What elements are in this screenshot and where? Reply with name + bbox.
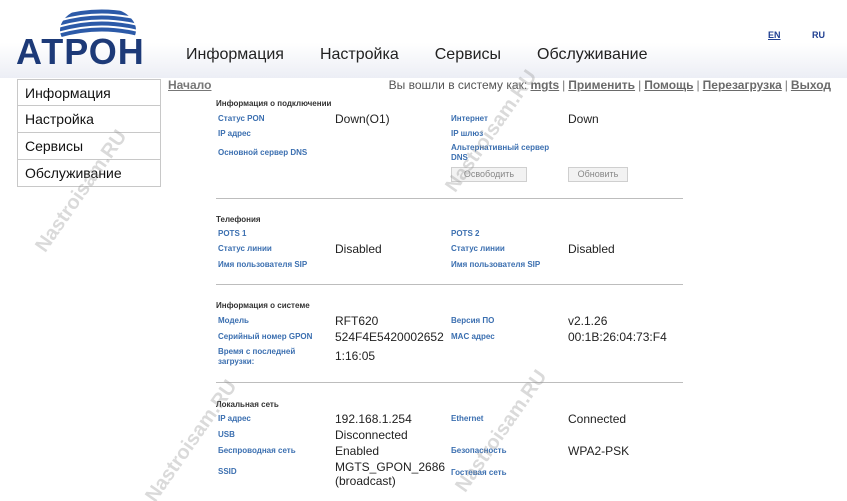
topnav-services[interactable]: Сервисы bbox=[435, 46, 501, 64]
topnav-settings[interactable]: Настройка bbox=[320, 46, 399, 64]
ssid-value: MGTS_GPON_2686 bbox=[335, 460, 446, 474]
sip-user2-label: Имя пользователя SIP bbox=[451, 260, 541, 269]
alt-dns-label: Альтернативный сервер DNS bbox=[451, 143, 550, 162]
logout-link[interactable]: Выход bbox=[791, 78, 831, 92]
reboot-link[interactable]: Перезагрузка bbox=[703, 78, 782, 92]
section-divider bbox=[216, 284, 683, 285]
lan-section-title: Локальная сеть bbox=[216, 400, 279, 409]
connection-section-title: Информация о подключении bbox=[216, 99, 332, 108]
wireless-label: Беспроводная сеть bbox=[218, 446, 296, 455]
pon-status-label: Статус PON bbox=[218, 114, 265, 123]
firmware-value: v2.1.26 bbox=[568, 314, 608, 328]
sidebar-item-settings[interactable]: Настройка bbox=[17, 106, 161, 133]
sidebar-item-info[interactable]: Информация bbox=[17, 79, 161, 106]
ethernet-label: Ethernet bbox=[451, 414, 484, 423]
lang-ru-link[interactable]: RU bbox=[812, 30, 825, 40]
sidebar-item-maintenance[interactable]: Обслуживание bbox=[17, 160, 161, 187]
section-divider bbox=[216, 198, 683, 199]
wireless-value: Enabled bbox=[335, 444, 380, 458]
sidebar-item-services[interactable]: Сервисы bbox=[17, 133, 161, 160]
lang-en-link[interactable]: EN bbox=[768, 30, 781, 40]
header: АТРОН Информация Настройка Сервисы Обслу… bbox=[0, 0, 847, 78]
ethernet-value: Connected bbox=[568, 412, 627, 426]
ip-address-label: IP адрес bbox=[218, 129, 251, 138]
telephony-section-title: Телефония bbox=[216, 215, 261, 224]
lan-ip-label: IP адрес bbox=[218, 414, 251, 423]
separator: | bbox=[696, 78, 700, 92]
gateway-label: IP шлюз bbox=[451, 129, 484, 138]
mac-value: 00:1B:26:04:73:F4 bbox=[568, 330, 667, 344]
internet-label: Интернет bbox=[451, 114, 488, 123]
renew-button[interactable]: Обновить bbox=[568, 167, 628, 182]
logged-in-label: Вы вошли в систему как: bbox=[388, 78, 528, 92]
user-status-bar: Вы вошли в систему как: mgts | Применить | П… bbox=[389, 78, 831, 92]
atron-logo[interactable]: АТРОН bbox=[16, 6, 162, 70]
separator: | bbox=[562, 78, 566, 92]
logo-text: АТРОН bbox=[16, 31, 145, 72]
lan-ip-value: 192.168.1.254 bbox=[335, 412, 412, 426]
security-label: Безопасность bbox=[451, 446, 507, 455]
pots2-label: POTS 2 bbox=[451, 229, 480, 238]
sip-user1-label: Имя пользователя SIP bbox=[218, 260, 308, 269]
system-section-title: Информация о системе bbox=[216, 301, 310, 310]
ssid-broadcast-note: (broadcast) bbox=[335, 474, 396, 488]
uptime-label: Время с последней загрузки: bbox=[218, 347, 296, 366]
release-button[interactable]: Освободить bbox=[451, 167, 527, 182]
topnav-info[interactable]: Информация bbox=[186, 46, 284, 64]
apply-link[interactable]: Применить bbox=[568, 78, 635, 92]
security-value: WPA2-PSK bbox=[568, 444, 630, 458]
breadcrumb-home[interactable]: Начало bbox=[168, 78, 211, 92]
help-link[interactable]: Помощь bbox=[644, 78, 693, 92]
section-divider bbox=[216, 382, 683, 383]
line2-status-label: Статус линии bbox=[451, 244, 505, 253]
internet-value: Down bbox=[568, 112, 599, 126]
uptime-value: 1:16:05 bbox=[335, 349, 376, 363]
gpon-serial-value: 524F4E5420002652 bbox=[335, 330, 444, 344]
topnav-maintenance[interactable]: Обслуживание bbox=[537, 46, 647, 64]
separator: | bbox=[638, 78, 642, 92]
pots1-label: POTS 1 bbox=[218, 229, 247, 238]
usb-value: Disconnected bbox=[335, 428, 408, 442]
line1-status-value: Disabled bbox=[335, 242, 382, 256]
primary-dns-label: Основной сервер DNS bbox=[218, 148, 308, 157]
model-label: Модель bbox=[218, 316, 249, 325]
ssid-label: SSID bbox=[218, 467, 237, 476]
pon-status-value: Down(O1) bbox=[335, 112, 390, 126]
mac-label: MAC адрес bbox=[451, 332, 495, 341]
line1-status-label: Статус линии bbox=[218, 244, 272, 253]
usb-label: USB bbox=[218, 430, 235, 439]
username-link[interactable]: mgts bbox=[531, 78, 560, 92]
top-navigation: Информация Настройка Сервисы Обслуживани… bbox=[186, 46, 684, 64]
line2-status-value: Disabled bbox=[568, 242, 615, 256]
gpon-serial-label: Серийный номер GPON bbox=[218, 332, 313, 341]
firmware-label: Версия ПО bbox=[451, 316, 495, 325]
sidebar: Информация Настройка Сервисы Обслуживани… bbox=[17, 79, 161, 187]
guest-network-label: Гостевая сеть bbox=[451, 468, 507, 477]
model-value: RFT620 bbox=[335, 314, 379, 328]
separator: | bbox=[784, 78, 788, 92]
